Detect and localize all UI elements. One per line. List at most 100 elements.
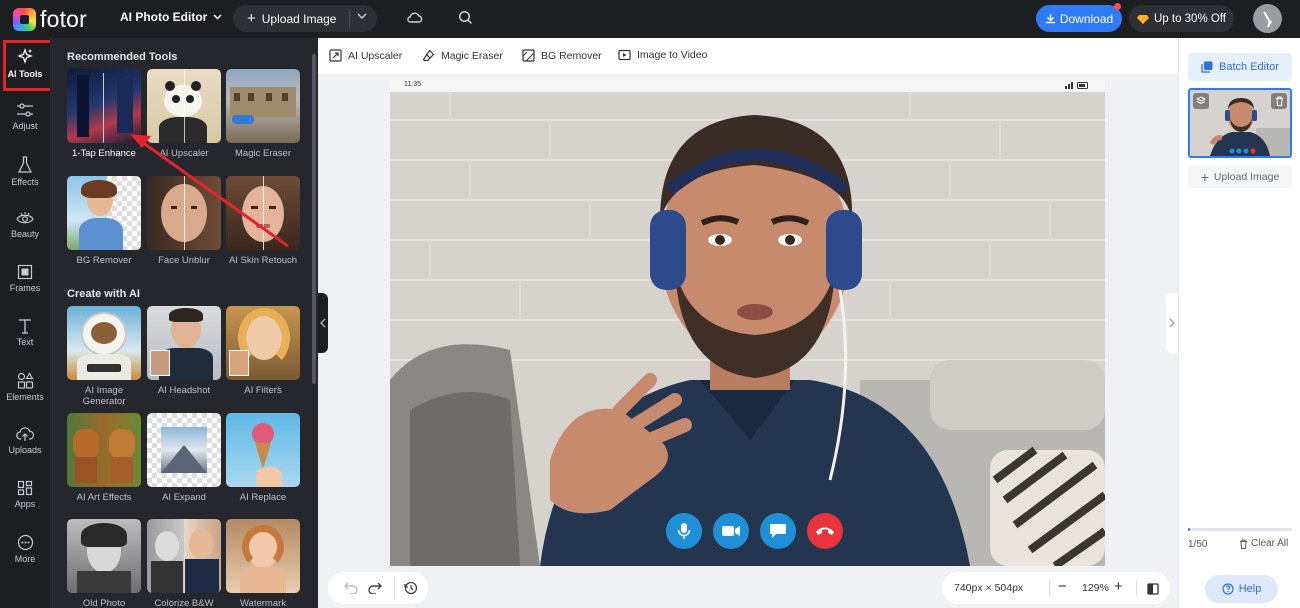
search-icon[interactable] [458,10,473,30]
sliders-icon [17,103,33,117]
rail-item-ai-tools[interactable]: AI Tools [0,38,50,92]
rail-label: More [14,554,36,564]
tool-tile-watermark[interactable]: Watermark [226,519,300,608]
help-label: Help [1238,583,1262,595]
tool-thumbnail [147,519,221,593]
tool-label: AI Expand [162,492,206,503]
rail-item-frames[interactable]: Frames [0,254,50,308]
eye-icon [16,212,34,224]
history-icon[interactable] [404,581,418,600]
quick-tool-magic-eraser[interactable]: Magic Eraser [422,49,503,62]
rail-item-effects[interactable]: Effects [0,146,50,200]
zoom-in-button[interactable]: + [1114,578,1123,595]
compare-icon[interactable] [1147,582,1159,600]
tool-tile-ai-image-generator[interactable]: AI Image Generator [67,306,141,407]
end-call-button [807,513,843,549]
batch-icon [1201,61,1213,73]
phone-status-bar: 11:35 [390,80,1105,92]
offer-label: Up to 30% Off [1153,12,1227,25]
chat-icon [770,524,786,538]
discount-offer-button[interactable]: Up to 30% Off [1129,5,1234,32]
image-count: 1/50 [1188,539,1208,550]
layers-icon[interactable] [1193,93,1209,109]
hang-up-icon [816,527,834,535]
batch-editor-button[interactable]: Batch Editor [1188,53,1292,81]
rail-item-uploads[interactable]: Uploads [0,416,50,470]
zoom-out-button[interactable]: − [1058,578,1067,595]
expand-right-panel-button[interactable] [1166,293,1178,353]
clear-all-button[interactable]: Clear All [1239,538,1288,549]
tool-thumbnail [67,306,141,380]
top-bar: fotor AI Photo Editor + Upload Image Dow… [0,0,1300,38]
rail-item-beauty[interactable]: Beauty [0,200,50,254]
bg-remover-icon [522,49,535,62]
editor-mode-label: AI Photo Editor [120,10,208,24]
video-call-controls [666,513,843,549]
upload-options-chevron-icon[interactable] [357,10,367,22]
user-avatar[interactable] [1253,4,1282,33]
rail-item-more[interactable]: More [0,524,50,578]
tool-tile-ai-filters[interactable]: AI Filters [226,306,300,396]
quick-tool-image-to-video[interactable]: Image to Video [618,49,707,61]
quick-tool-label: Image to Video [637,49,708,61]
zoom-level[interactable]: 129% [1082,582,1109,594]
editor-mode-select[interactable]: AI Photo Editor [120,10,222,24]
collapse-panel-button[interactable] [318,293,328,353]
rail-item-text[interactable]: Text [0,308,50,362]
download-icon [1045,14,1055,24]
divider [394,576,395,600]
quick-tool-bg-remover[interactable]: BG Remover [522,49,602,62]
panel-scrollbar[interactable] [312,54,316,384]
rail-item-apps[interactable]: Apps [0,470,50,524]
undo-icon[interactable] [344,581,358,599]
download-label: Download [1059,11,1114,26]
download-button[interactable]: Download [1036,5,1122,32]
upload-image-secondary-button[interactable]: + Upload Image [1188,165,1292,188]
divider [1049,580,1050,596]
bottom-bar: 740px × 504px − 129% + [328,572,1170,604]
redo-icon[interactable] [368,581,382,599]
zoom-controls: 740px × 504px − 129% + [942,572,1170,604]
signal-icon [1065,82,1073,89]
help-button[interactable]: Help [1205,575,1278,603]
help-icon [1222,583,1234,595]
tool-label: AI Filters [244,385,282,396]
trash-icon [1240,539,1247,549]
edited-photo [390,80,1105,566]
frame-icon [17,264,33,280]
tool-tile-ai-art-effects[interactable]: AI Art Effects [67,413,141,503]
upload-image-button[interactable]: + Upload Image [233,5,377,32]
cloud-icon[interactable] [406,10,423,29]
shapes-icon [17,372,34,389]
rail-item-elements[interactable]: Elements [0,362,50,416]
cloud-upload-icon [16,427,34,441]
tool-label: Watermark [239,598,287,608]
tool-tile-ai-expand[interactable]: AI Expand [147,413,221,503]
history-controls [328,572,428,604]
microphone-button [666,513,702,549]
tool-thumbnail [226,306,300,380]
tool-tile-ai-headshot[interactable]: AI Headshot [147,306,221,396]
tool-label: Old Photo [82,598,126,608]
rail-label: Text [16,337,34,347]
tool-tile-old-photo[interactable]: Old Photo [67,519,141,608]
image-thumbnail[interactable] [1188,88,1292,158]
notification-dot [1114,3,1121,10]
trash-icon[interactable] [1271,93,1287,109]
chevron-down-icon [213,14,222,20]
tool-tile-colorize-bw[interactable]: Colorize B&W [147,519,221,608]
left-nav-rail: AI Tools Adjust Effects Beauty Frames Te… [0,38,53,608]
tool-label: AI Replace [239,492,287,503]
quick-tool-ai-upscaler[interactable]: AI Upscaler [329,49,402,62]
quick-tool-label: Magic Eraser [441,49,503,62]
rail-label: Adjust [12,121,38,131]
text-icon [19,319,31,334]
upload-quota-fill [1188,528,1191,531]
rail-item-adjust[interactable]: Adjust [0,92,50,146]
fotor-logo[interactable]: fotor [13,6,87,33]
upload-image-secondary-label: Upload Image [1213,170,1280,183]
quick-tool-label: BG Remover [541,49,602,62]
video-camera-icon [722,526,740,536]
tool-tile-ai-replace[interactable]: AI Replace [226,413,300,503]
photo-canvas[interactable]: 11:35 [390,80,1105,566]
